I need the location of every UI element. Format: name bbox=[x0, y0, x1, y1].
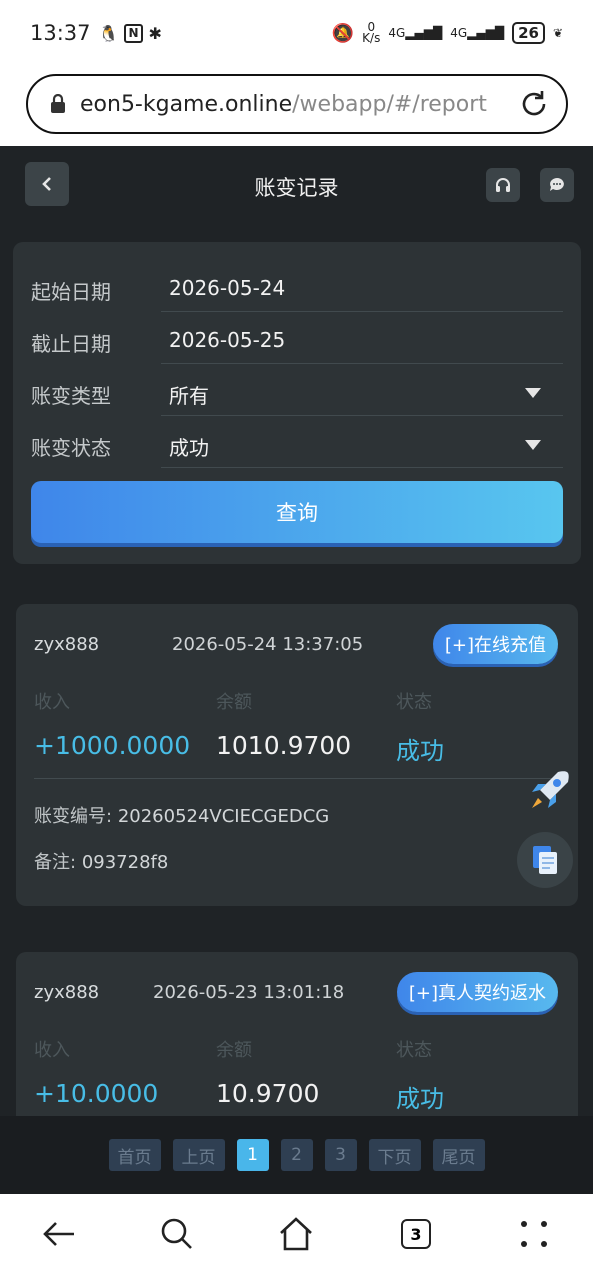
chat-button[interactable] bbox=[540, 168, 574, 202]
rocket-float-button[interactable] bbox=[524, 766, 574, 816]
start-date-value[interactable]: 2026-05-24 bbox=[169, 276, 285, 300]
record-user: zyx888 bbox=[34, 634, 100, 655]
chat-bubble-icon bbox=[550, 178, 564, 191]
balance-value: 10.9700 bbox=[216, 1079, 320, 1108]
url-bar[interactable]: eon5-kgame.online/webapp/#/report bbox=[26, 74, 568, 134]
support-button[interactable] bbox=[486, 168, 520, 202]
type-label: 账变类型 bbox=[31, 384, 111, 408]
record-card: zyx888 2026-05-24 13:37:05 [+]在线充值 收入 余额… bbox=[16, 604, 578, 906]
more-icon[interactable] bbox=[514, 1214, 554, 1254]
lock-icon bbox=[51, 94, 65, 113]
headset-icon bbox=[496, 178, 510, 192]
url-text: eon5-kgame.online/webapp/#/report bbox=[80, 91, 487, 117]
nfc-icon: N bbox=[124, 23, 143, 43]
type-select-row[interactable]: 账变类型 所有 bbox=[31, 364, 563, 416]
net-speed: 0 K/s bbox=[362, 20, 381, 45]
app-content: 账变记录 起始日期 2026-05-24 截止日期 2026-05-25 账变类… bbox=[0, 146, 593, 1194]
reload-icon[interactable] bbox=[518, 88, 550, 120]
filter-panel: 起始日期 2026-05-24 截止日期 2026-05-25 账变类型 所有 … bbox=[13, 242, 581, 564]
tabs-button[interactable]: 3 bbox=[396, 1214, 436, 1254]
rocket-icon bbox=[532, 771, 569, 808]
status-label: 账变状态 bbox=[31, 436, 111, 460]
income-value: +10.0000 bbox=[34, 1079, 159, 1108]
home-icon[interactable] bbox=[276, 1214, 316, 1254]
mute-bell-icon: 🔕 bbox=[331, 22, 355, 44]
balance-label: 余额 bbox=[216, 1040, 252, 1061]
caret-down-icon[interactable] bbox=[525, 440, 541, 450]
balance-label: 余额 bbox=[216, 692, 252, 713]
record-id: 账变编号: 20260524VCIECGEDCG bbox=[34, 806, 330, 827]
query-button[interactable]: 查询 bbox=[31, 481, 563, 543]
status-value: 成功 bbox=[396, 737, 444, 765]
record-type-tag: [+]在线充值 bbox=[432, 624, 558, 664]
page-header: 账变记录 bbox=[0, 146, 593, 226]
page-prev-button[interactable]: 上页 bbox=[172, 1139, 225, 1171]
qq-icon: 🐧 bbox=[98, 23, 119, 43]
page-next-button[interactable]: 下页 bbox=[368, 1139, 421, 1171]
status-value: 成功 bbox=[396, 1085, 444, 1113]
caret-down-icon[interactable] bbox=[525, 388, 541, 398]
status-notification-icons: 🐧 N ✱ bbox=[98, 23, 162, 43]
battery-icon: 26 bbox=[512, 22, 545, 44]
browser-nav-bar: 3 bbox=[0, 1194, 593, 1280]
income-value: +1000.0000 bbox=[34, 731, 191, 760]
status-label: 状态 bbox=[396, 1040, 432, 1061]
signal-icon-2: 4G▂▄▆█ bbox=[450, 26, 505, 40]
page-number-button[interactable]: 3 bbox=[324, 1139, 357, 1171]
income-label: 收入 bbox=[34, 1040, 70, 1061]
record-time: 2026-05-23 13:01:18 bbox=[153, 982, 345, 1003]
status-right-icons: 🔕 0 K/s 4G▂▄▆█ 4G▂▄▆█ 26 ❦ bbox=[331, 20, 563, 45]
divider bbox=[34, 778, 560, 779]
page-number-button[interactable]: 2 bbox=[280, 1139, 313, 1171]
pagination: 首页 上页 1 2 3 下页 尾页 bbox=[0, 1116, 593, 1194]
divider bbox=[161, 467, 563, 468]
end-date-label: 截止日期 bbox=[31, 332, 111, 356]
status-time: 13:37 bbox=[30, 21, 91, 45]
tabs-count: 3 bbox=[401, 1219, 431, 1249]
record-note: 备注: 093728f8 bbox=[34, 852, 169, 873]
leaf-icon: ❦ bbox=[552, 26, 563, 40]
search-icon[interactable] bbox=[157, 1214, 197, 1254]
browser-toolbar: eon5-kgame.online/webapp/#/report bbox=[0, 66, 593, 146]
end-date-value[interactable]: 2026-05-25 bbox=[169, 328, 285, 352]
type-select-value[interactable]: 所有 bbox=[169, 380, 209, 409]
start-date-label: 起始日期 bbox=[31, 280, 111, 304]
document-icon bbox=[533, 846, 557, 874]
page-number-button[interactable]: 1 bbox=[236, 1139, 269, 1171]
start-date-row[interactable]: 起始日期 2026-05-24 bbox=[31, 260, 563, 312]
end-date-row[interactable]: 截止日期 2026-05-25 bbox=[31, 312, 563, 364]
bluetooth-icon: ✱ bbox=[148, 23, 162, 43]
balance-value: 1010.9700 bbox=[216, 731, 352, 760]
back-arrow-icon[interactable] bbox=[40, 1214, 80, 1254]
document-float-button[interactable] bbox=[517, 832, 573, 888]
income-label: 收入 bbox=[34, 692, 70, 713]
signal-icon-1: 4G▂▄▆█ bbox=[388, 26, 443, 40]
page-last-button[interactable]: 尾页 bbox=[432, 1139, 485, 1171]
status-label: 状态 bbox=[396, 692, 432, 713]
record-type-tag: [+]真人契约返水 bbox=[396, 972, 558, 1012]
record-user: zyx888 bbox=[34, 982, 100, 1003]
status-select-value[interactable]: 成功 bbox=[169, 432, 209, 461]
page-first-button[interactable]: 首页 bbox=[108, 1139, 161, 1171]
record-time: 2026-05-24 13:37:05 bbox=[172, 634, 364, 655]
status-select-row[interactable]: 账变状态 成功 bbox=[31, 416, 563, 468]
status-bar: 13:37 🐧 N ✱ 🔕 0 K/s 4G▂▄▆█ 4G▂▄▆█ 26 ❦ bbox=[0, 0, 593, 66]
